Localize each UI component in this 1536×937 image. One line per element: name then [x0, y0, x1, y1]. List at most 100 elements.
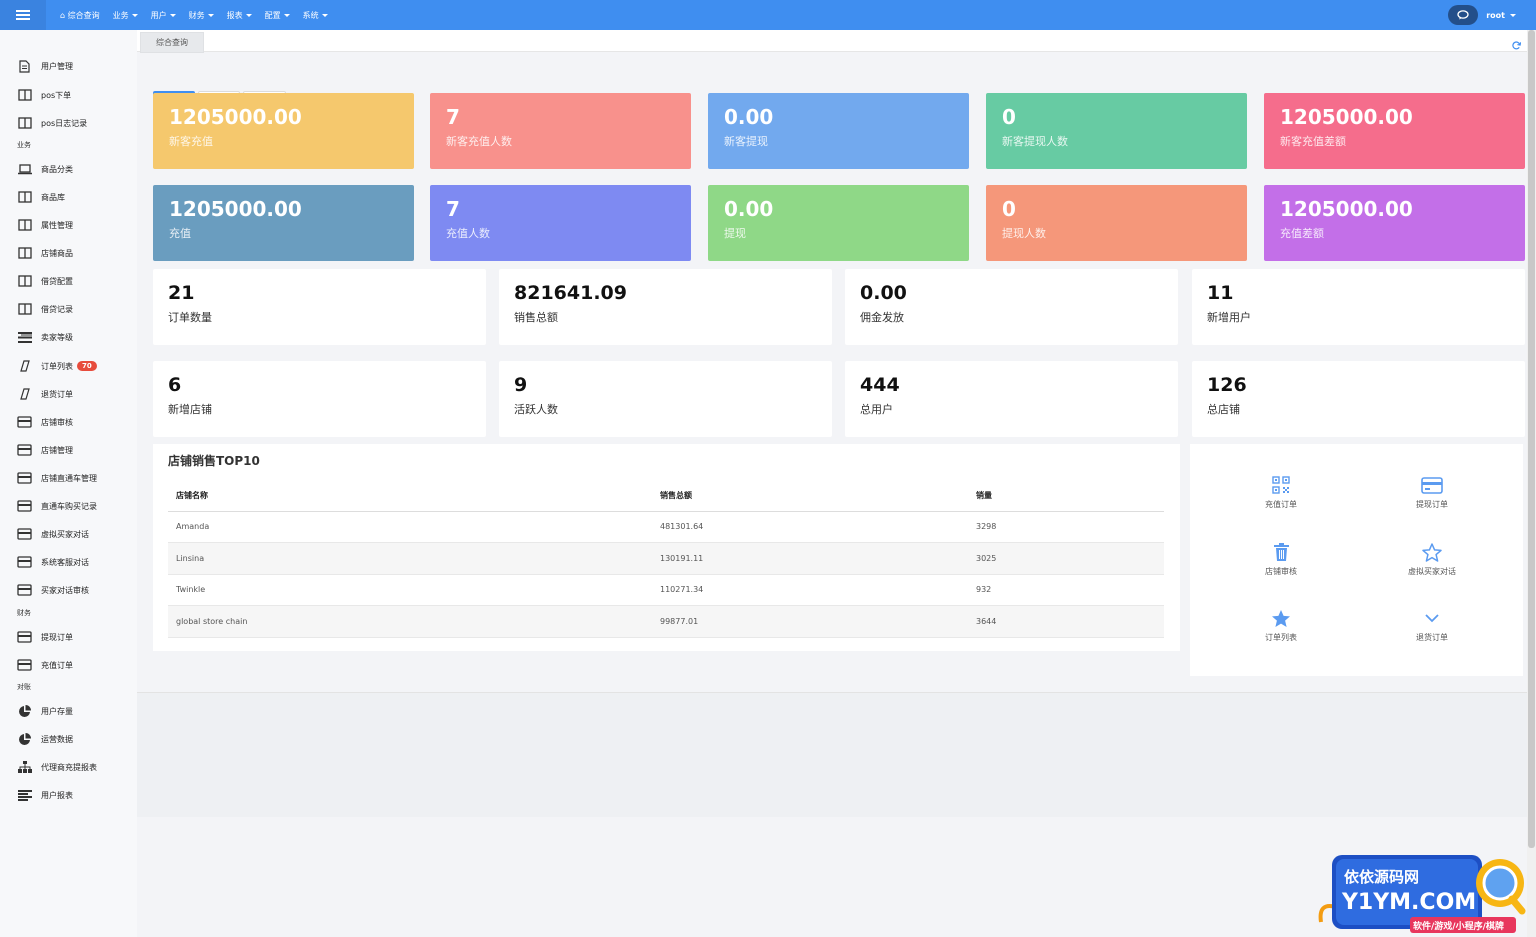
watermark-line1: 依依源码网: [1344, 868, 1419, 886]
sidebar-item-recharge-orders[interactable]: 充值订单: [0, 655, 137, 675]
tab-overview[interactable]: 综合查询: [140, 32, 204, 53]
stat-label: 活跃人数: [514, 403, 558, 416]
sidebar-item-seller-levels[interactable]: 卖家等级: [0, 327, 137, 347]
sidebar-item-store-management[interactable]: 店铺管理: [0, 440, 137, 460]
nav-users[interactable]: 用户: [151, 10, 176, 21]
stat-label: 提现人数: [1002, 227, 1046, 240]
caret-down-icon: [1510, 13, 1516, 17]
stat-card-new-withdraw-users: 0 新客提现人数: [986, 93, 1247, 169]
stat-value: 0: [1002, 105, 1016, 129]
sidebar-section-finance: 财务: [17, 609, 31, 617]
stat-value: 126: [1207, 374, 1247, 396]
order-count-badge: 70: [77, 361, 97, 371]
sidebar-item-store-review[interactable]: 店铺审核: [0, 412, 137, 432]
nav-reports[interactable]: 报表: [227, 10, 252, 21]
stat-value: 6: [168, 374, 182, 396]
sidebar-item-store-express[interactable]: 店铺直通车管理: [0, 468, 137, 488]
menu-toggle-button[interactable]: [0, 0, 46, 30]
quick-link-label: 提现订单: [1416, 500, 1448, 509]
quick-link-virtual-buyer-chat[interactable]: 虚拟买家对话: [1382, 541, 1482, 583]
stat-card-sales-total: 821641.09 销售总额: [499, 269, 832, 345]
table-cell: global store chain: [176, 616, 248, 626]
pencil-icon: [17, 388, 32, 401]
card-icon: [17, 500, 32, 513]
sidebar-item-attributes[interactable]: 属性管理: [0, 215, 137, 235]
table-header: 店铺名称 销售总额 销量: [168, 480, 1164, 512]
nav-business[interactable]: 业务: [113, 10, 138, 21]
nav-home[interactable]: ⌂ 综合查询: [60, 10, 100, 21]
sidebar-item-buyer-chat-review[interactable]: 买家对话审核: [0, 580, 137, 600]
quick-links-panel: 充值订单 提现订单 店铺审核 虚拟买家对话 订单列表 退货订单: [1190, 444, 1523, 676]
quick-link-store-review[interactable]: 店铺审核: [1231, 541, 1331, 583]
stat-label: 总用户: [860, 403, 893, 416]
sidebar-item-express-purchases[interactable]: 直通车购买记录: [0, 496, 137, 516]
columns-icon: [17, 275, 32, 288]
sidebar-item-return-orders[interactable]: 退货订单: [0, 384, 137, 404]
sidebar-item-loan-records[interactable]: 借贷记录: [0, 299, 137, 319]
stat-card-commission: 0.00 佣金发放: [845, 269, 1178, 345]
sidebar-item-user-management[interactable]: 用户管理: [0, 56, 137, 76]
stat-value: 7: [446, 105, 460, 129]
stat-value: 21: [168, 282, 195, 304]
sidebar-item-loan-config[interactable]: 借贷配置: [0, 271, 137, 291]
sidebar-item-pos-order[interactable]: pos下单: [0, 85, 137, 105]
scrollbar-thumb[interactable]: [1528, 30, 1535, 848]
sidebar-item-pos-log[interactable]: pos日志记录: [0, 113, 137, 133]
credit-card-icon: [1421, 474, 1443, 496]
card-icon: [17, 472, 32, 485]
sidebar-item-virtual-buyer-chat[interactable]: 虚拟买家对话: [0, 524, 137, 544]
quick-link-return-orders[interactable]: 退货订单: [1382, 607, 1482, 649]
columns-icon: [17, 89, 32, 102]
sidebar-item-user-stock[interactable]: 用户存量: [0, 701, 137, 721]
sidebar-item-agent-report[interactable]: 代理商充提报表: [0, 757, 137, 777]
stat-card-active-users: 9 活跃人数: [499, 361, 832, 437]
stat-label: 订单数量: [168, 311, 212, 324]
trash-icon: [1273, 541, 1289, 563]
nav-config[interactable]: 配置: [265, 10, 290, 21]
quick-link-label: 订单列表: [1265, 633, 1297, 642]
user-area: root: [1448, 5, 1516, 25]
columns-icon: [17, 247, 32, 260]
stat-label: 新增店铺: [168, 403, 212, 416]
table-cell: 110271.34: [660, 585, 704, 595]
sidebar-item-user-report[interactable]: 用户报表: [0, 785, 137, 805]
sidebar-item-store-products[interactable]: 店铺商品: [0, 243, 137, 263]
card-icon: [17, 631, 32, 644]
table-cell: 3644: [976, 616, 997, 626]
sidebar-item-withdraw-orders[interactable]: 提现订单: [0, 627, 137, 647]
sidebar-item-system-support-chat[interactable]: 系统客服对话: [0, 552, 137, 572]
stat-label: 充值人数: [446, 227, 490, 240]
caret-down-icon: [169, 13, 176, 17]
content-footer-area: [137, 692, 1527, 817]
stat-card-new-users: 11 新增用户: [1192, 269, 1525, 345]
stat-value: 7: [446, 197, 460, 221]
star-outline-icon: [1422, 541, 1442, 563]
caret-down-icon: [283, 13, 290, 17]
nav-system[interactable]: 系统: [303, 10, 328, 21]
table-cell: 3025: [976, 553, 997, 563]
stat-card-new-recharge: 1205000.00 新客充值: [153, 93, 414, 169]
stat-card-total-users: 444 总用户: [845, 361, 1178, 437]
stat-label: 提现: [724, 227, 746, 240]
caret-down-icon: [321, 13, 328, 17]
chat-button[interactable]: [1448, 5, 1479, 25]
sidebar-item-product-library[interactable]: 商品库: [0, 187, 137, 207]
page-scrollbar[interactable]: [1527, 30, 1536, 937]
refresh-icon[interactable]: [1512, 35, 1522, 54]
card-icon: [17, 659, 32, 672]
nav-finance[interactable]: 财务: [189, 10, 214, 21]
quick-link-withdraw-orders[interactable]: 提现订单: [1382, 474, 1482, 516]
sidebar-item-category[interactable]: 商品分类: [0, 159, 137, 179]
quick-link-recharge-orders[interactable]: 充值订单: [1231, 474, 1331, 516]
sidebar-item-operations-data[interactable]: 运营数据: [0, 729, 137, 749]
stat-value: 0.00: [724, 105, 774, 129]
table-row: Twinkle 110271.34 932: [168, 575, 1164, 606]
user-menu[interactable]: root: [1486, 11, 1516, 20]
quick-link-label: 充值订单: [1265, 500, 1297, 509]
list-icon: [17, 331, 32, 344]
stat-value: 1205000.00: [1280, 197, 1413, 221]
quick-link-order-list[interactable]: 订单列表: [1231, 607, 1331, 649]
card-icon: [17, 556, 32, 569]
sidebar-item-order-list[interactable]: 订单列表 70: [0, 356, 137, 376]
columns-icon: [17, 117, 32, 130]
